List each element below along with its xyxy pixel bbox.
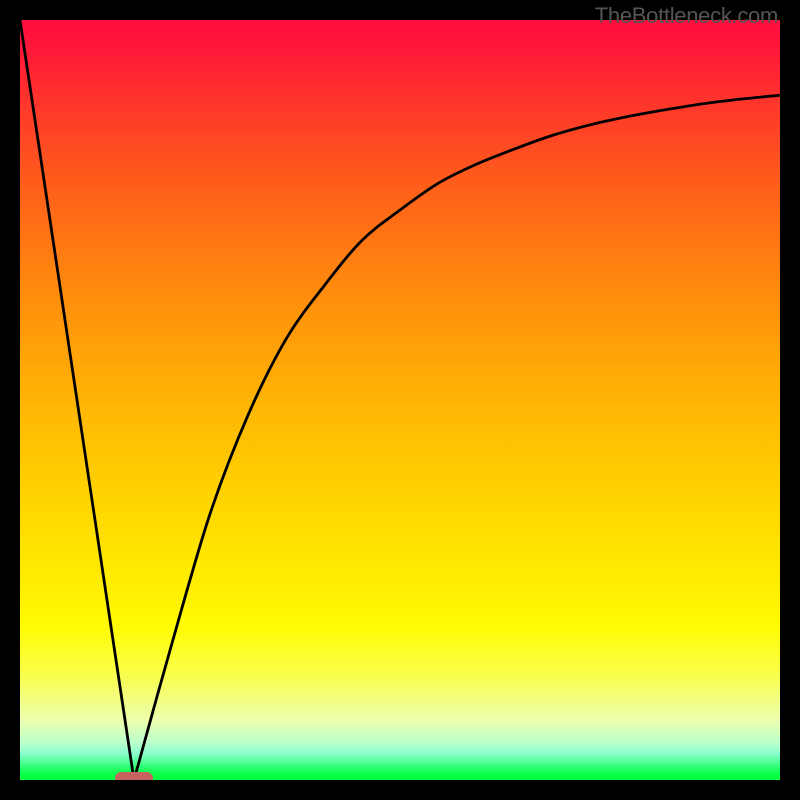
bottleneck-curve [20,20,780,780]
plot-area [20,20,780,780]
chart-container: TheBottleneck.com [0,0,800,800]
minimum-marker [115,772,153,781]
watermark-text: TheBottleneck.com [595,3,778,29]
